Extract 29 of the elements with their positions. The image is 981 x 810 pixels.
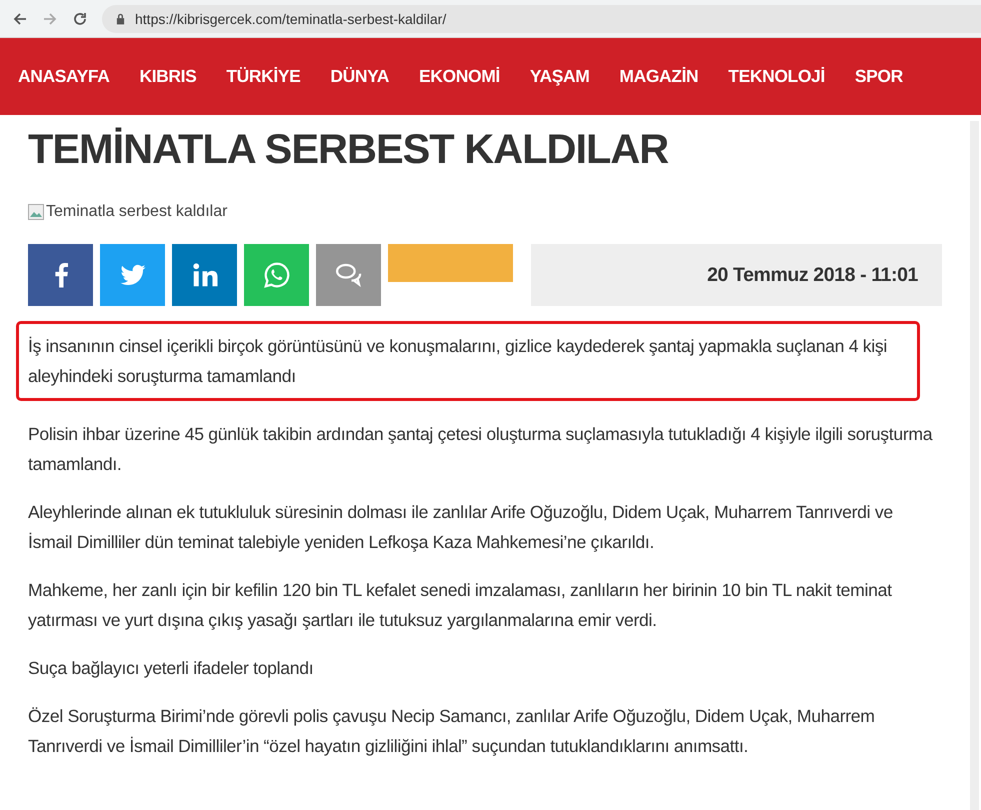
comment-share-button[interactable] — [316, 244, 381, 306]
image-alt-text: Teminatla serbest kaldılar — [46, 203, 228, 221]
article-summary: İş insanının cinsel içerikli birçok görüntüsünü ve konuşmalarını, gizlice kaydederek şantaj yapmakla suçlanan 4 kişi aleyhindeki soruşturma tamamlandı — [16, 321, 920, 401]
nav-link[interactable]: SPOR — [854, 66, 903, 87]
nav-link[interactable]: ANASAYFA — [18, 66, 110, 87]
back-icon[interactable] — [12, 10, 28, 26]
article-paragraph: Mahkeme, her zanlı için bir kefilin 120 bin TL kefalet senedi imzalaması, zanlıların her birinin 10 bin TL nakit teminat yatırması ve yurt dışına çıkış yasağı şartları ile tutuksuz yargılanmalarına emir verdi. — [28, 579, 893, 632]
article-paragraph: Özel Soruşturma Birimi’nde görevli polis çavuşu Necip Samancı, zanlılar Arife Oğuzoğlu, Didem Uçak, Muharrem Tanrıverdi ve İsmail Dimilliler’in “özel hayatın gizliliğini ihlal” suçundan tutuklandıklarını anımsattı. — [28, 705, 876, 758]
phone-bubble-icon — [262, 260, 292, 290]
article-paragraph: Suça bağlayıcı yeterli ifadeler toplandı — [28, 657, 314, 680]
facebook-share-button[interactable] — [28, 244, 93, 306]
article-title: TEMİNATLA SERBEST KALDILAR — [28, 124, 670, 174]
article-date: 20 Temmuz 2018 - 11:01 — [707, 264, 918, 286]
nav-link[interactable]: TEKNOLOJİ — [728, 66, 825, 87]
lock-icon — [116, 12, 125, 24]
nav-link[interactable]: MAGAZİN — [619, 66, 698, 87]
address-bar[interactable]: https://kibrisgercek.com/teminatla-serbest-kaldilar/ — [102, 4, 981, 32]
twitter-share-button[interactable] — [100, 244, 165, 306]
article-paragraph: Polisin ihbar üzerine 45 günlük takibin ardından şantaj çetesi oluşturma suçlamasıyla tutukladığı 4 kişiyle ilgili soruşturma tamamlandı. — [28, 423, 934, 476]
nav-link[interactable]: EKONOMİ — [419, 66, 500, 87]
broken-image-icon — [28, 204, 44, 220]
article-paragraph: Aleyhlerinde alınan ek tutukluluk süresinin dolması ile zanlılar Arife Oğuzoğlu, Didem Uçak, Muharrem Tanrıverdi ve İsmail Dimilliler dün teminat talebiyle yeniden Lefkoşa Kaza Mahkemesi’ne çıkarıldı. — [28, 501, 894, 554]
reload-icon[interactable] — [72, 10, 88, 26]
nav-link[interactable]: KIBRIS — [139, 66, 196, 87]
linkedin-share-button[interactable] — [172, 244, 237, 306]
url-text: https://kibrisgercek.com/teminatla-serbest-kaldilar/ — [135, 10, 446, 26]
nav-link[interactable]: DÜNYA — [330, 66, 390, 87]
nav-link[interactable]: YAŞAM — [530, 66, 590, 87]
nav-link[interactable]: TÜRKİYE — [226, 66, 300, 87]
